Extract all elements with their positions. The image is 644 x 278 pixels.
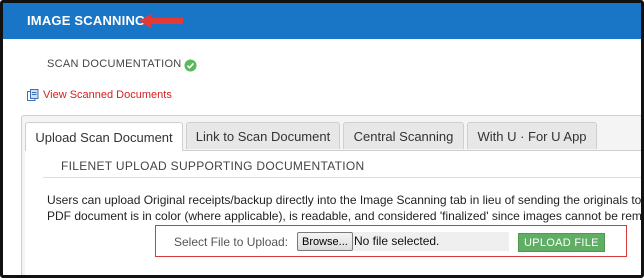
app-window: IMAGE SCANNING SCAN DOCUMENTATION View S… (0, 0, 644, 278)
tab-upload-scan-document[interactable]: Upload Scan Document (25, 122, 183, 151)
divider (43, 177, 641, 178)
upload-file-button[interactable]: UPLOAD FILE (518, 233, 605, 252)
check-circle-icon (184, 59, 197, 72)
tab-with-u-for-u-app[interactable]: With U · For U App (467, 122, 597, 149)
red-arrow-icon (139, 14, 183, 28)
browse-button[interactable]: Browse... (297, 232, 353, 251)
description-line: Users can upload Original receipts/backu… (47, 193, 642, 207)
file-input[interactable]: Browse... No file selected. (297, 232, 509, 251)
tab-label: Link to Scan Document (195, 128, 331, 144)
select-file-label: Select File to Upload: (174, 235, 289, 249)
page-title: IMAGE SCANNING (27, 13, 146, 28)
upload-form: Select File to Upload: Browse... No file… (155, 225, 627, 257)
tab-label: With U · For U App (477, 128, 587, 144)
tab-link-to-scan-document[interactable]: Link to Scan Document (186, 122, 340, 149)
tab-content: FILENET UPLOAD SUPPORTING DOCUMENTATION … (25, 150, 644, 275)
section-title: SCAN DOCUMENTATION (47, 58, 182, 70)
view-link-label: View Scanned Documents (43, 89, 172, 101)
description-text: Users can upload Original receipts/backu… (47, 192, 644, 224)
view-scanned-documents-link[interactable]: View Scanned Documents (27, 89, 172, 101)
documents-icon (27, 89, 39, 101)
header-bar: IMAGE SCANNING (3, 3, 641, 39)
content-heading: FILENET UPLOAD SUPPORTING DOCUMENTATION (61, 159, 365, 173)
description-line: PDF document is in color (where applicab… (47, 209, 644, 223)
tab-label: Upload Scan Document (35, 129, 173, 145)
tab-label: Central Scanning (353, 128, 454, 144)
file-status-text: No file selected. (354, 234, 440, 248)
tab-central-scanning[interactable]: Central Scanning (343, 122, 464, 149)
